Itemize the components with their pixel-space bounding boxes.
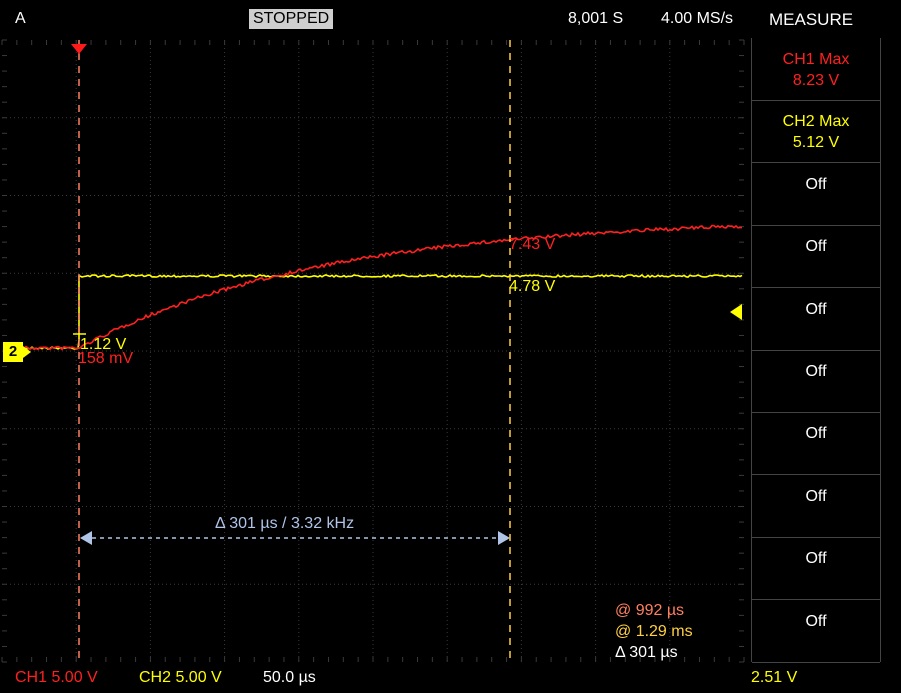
cursor-2-ch2-value: 4.78 V (509, 278, 556, 295)
measure-slot-7[interactable]: Off (752, 412, 880, 476)
measure-name: CH1 Max (782, 51, 850, 68)
measure-slot-content: Off (752, 361, 880, 382)
measure-slot-content: Off (752, 611, 880, 632)
timebase-scale[interactable]: 50.0 µs (263, 669, 316, 687)
measure-name: Off (805, 487, 827, 505)
measure-slot-6[interactable]: Off (752, 350, 880, 413)
measure-slot-9[interactable]: Off (752, 537, 880, 601)
ch1-trace (9, 224, 742, 351)
measure-slot-3[interactable]: Off (752, 163, 880, 226)
cursor-2-ch1-value: 7.43 V (509, 236, 556, 253)
measure-slot-content: CH2 Max 5.12 V (752, 111, 880, 153)
ch2-scale[interactable]: CH2 5.00 V (139, 669, 222, 687)
measure-name: Off (805, 425, 827, 443)
cursor-delta-readout: Δ 301 µs (615, 644, 678, 661)
cursor-1-ch1-value: 158 mV (78, 350, 134, 367)
measure-name: CH2 Max (782, 113, 850, 131)
trigger-position-icon[interactable] (71, 44, 87, 54)
measure-slot-content: Off (752, 299, 880, 320)
measure-panel: CH1 Max 8.23 V CH2 Max 5.12 V Off Off Off Off Of… (751, 38, 881, 663)
delta-arrow-left-icon (80, 531, 92, 545)
ch2-offset-marker[interactable]: 2 (3, 342, 23, 362)
measure-slot-5[interactable]: Off (752, 288, 880, 351)
measure-name: Off (805, 363, 827, 380)
measure-slot-content: Off (752, 486, 880, 507)
delta-arrow-right-icon (498, 531, 510, 545)
measure-slot-1[interactable]: CH1 Max 8.23 V (752, 38, 880, 101)
measure-slot-content: Off (752, 423, 880, 444)
trigger-level-value[interactable]: 2.51 V (751, 669, 797, 687)
trigger-level-marker-icon[interactable] (730, 304, 742, 320)
cursor-2-time-readout: @ 1.29 ms (615, 623, 693, 640)
measure-slot-4[interactable]: Off (752, 225, 880, 289)
measure-slot-content: Off (752, 174, 880, 195)
measure-value: 5.12 V (792, 134, 840, 152)
measure-name: Off (805, 175, 827, 193)
measure-name: Off (805, 300, 827, 318)
measure-slot-content: Off (752, 548, 880, 569)
delta-measure-label: Δ 301 µs / 3.32 kHz (215, 515, 355, 532)
measure-value: 8.23 V (792, 72, 840, 89)
ch2-marker-arrow-icon (23, 346, 31, 358)
measure-slot-content: CH1 Max 8.23 V (752, 49, 880, 91)
ch1-scale[interactable]: CH1 5.00 V (15, 669, 98, 687)
measure-name: Off (805, 238, 827, 256)
measure-slot-8[interactable]: Off (752, 475, 880, 538)
measure-name: Off (805, 612, 827, 630)
measure-slot-content: Off (752, 236, 880, 257)
measure-slot-10[interactable]: Off (752, 600, 880, 663)
measure-name: Off (805, 550, 827, 568)
cursor-1-time-readout: @ 992 µs (615, 602, 685, 619)
measure-slot-2[interactable]: CH2 Max 5.12 V (752, 100, 880, 164)
